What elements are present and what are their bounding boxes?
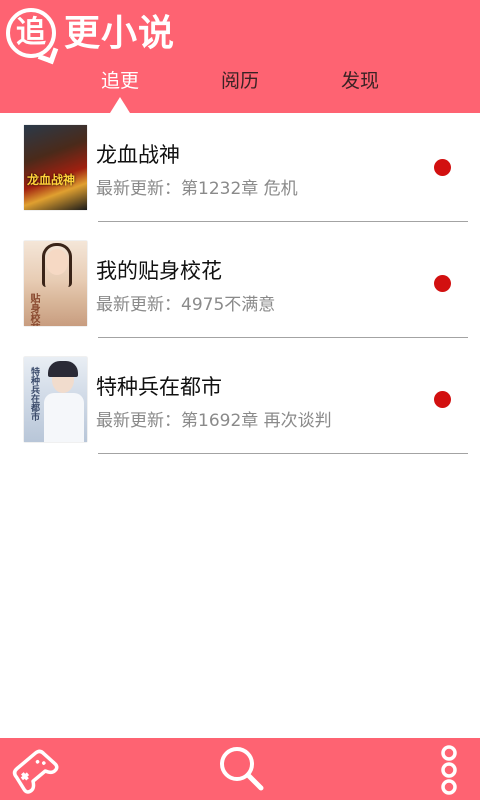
- active-tab-indicator: [110, 97, 130, 113]
- app-logo: 追 更小说: [6, 6, 176, 65]
- cover-title: 贴身校花: [28, 293, 39, 326]
- cover-hair: [48, 361, 78, 377]
- logo-tail: [37, 43, 59, 65]
- book-update: 最新更新：第1692章 再次谈判: [96, 411, 332, 431]
- new-update-indicator[interactable]: [434, 275, 451, 292]
- game-button[interactable]: [0, 738, 70, 800]
- logo-text: 更小说: [64, 13, 176, 54]
- search-button[interactable]: [205, 738, 275, 800]
- app-header: 追 更小说 追更 阅历 发现: [0, 0, 480, 113]
- gamepad-icon: [12, 749, 59, 794]
- book-cover: 特种兵在都市: [24, 357, 87, 442]
- book-item[interactable]: 贴身校花 我的贴身校花 最新更新：4975不满意: [0, 229, 480, 345]
- cover-title: 龙血战神: [27, 173, 76, 187]
- more-vertical-icon: [441, 745, 457, 795]
- book-item[interactable]: 龙血战神 龙血战神 最新更新：第1232章 危机: [0, 113, 480, 229]
- new-update-indicator[interactable]: [434, 159, 451, 176]
- tab-discover[interactable]: 发现: [310, 66, 410, 96]
- cover-title: 特种兵在都市: [29, 367, 39, 421]
- new-update-indicator[interactable]: [434, 391, 451, 408]
- cover-body: [44, 393, 84, 442]
- more-button[interactable]: [420, 738, 480, 800]
- book-update: 最新更新：4975不满意: [96, 295, 276, 315]
- book-item[interactable]: 特种兵在都市 特种兵在都市 最新更新：第1692章 再次谈判: [0, 345, 480, 461]
- divider: [98, 221, 468, 222]
- book-cover: 贴身校花: [24, 241, 87, 326]
- book-title: 龙血战神: [96, 143, 180, 167]
- book-update: 最新更新：第1232章 危机: [96, 179, 298, 199]
- tab-following[interactable]: 追更: [70, 66, 170, 96]
- divider: [98, 453, 468, 454]
- book-title: 我的贴身校花: [96, 259, 222, 283]
- book-cover: 龙血战神: [24, 125, 87, 210]
- cover-hair: [42, 243, 72, 287]
- book-title: 特种兵在都市: [96, 375, 222, 399]
- search-icon: [220, 747, 264, 791]
- bottom-toolbar: [0, 738, 480, 800]
- tab-history[interactable]: 阅历: [190, 66, 290, 96]
- divider: [98, 337, 468, 338]
